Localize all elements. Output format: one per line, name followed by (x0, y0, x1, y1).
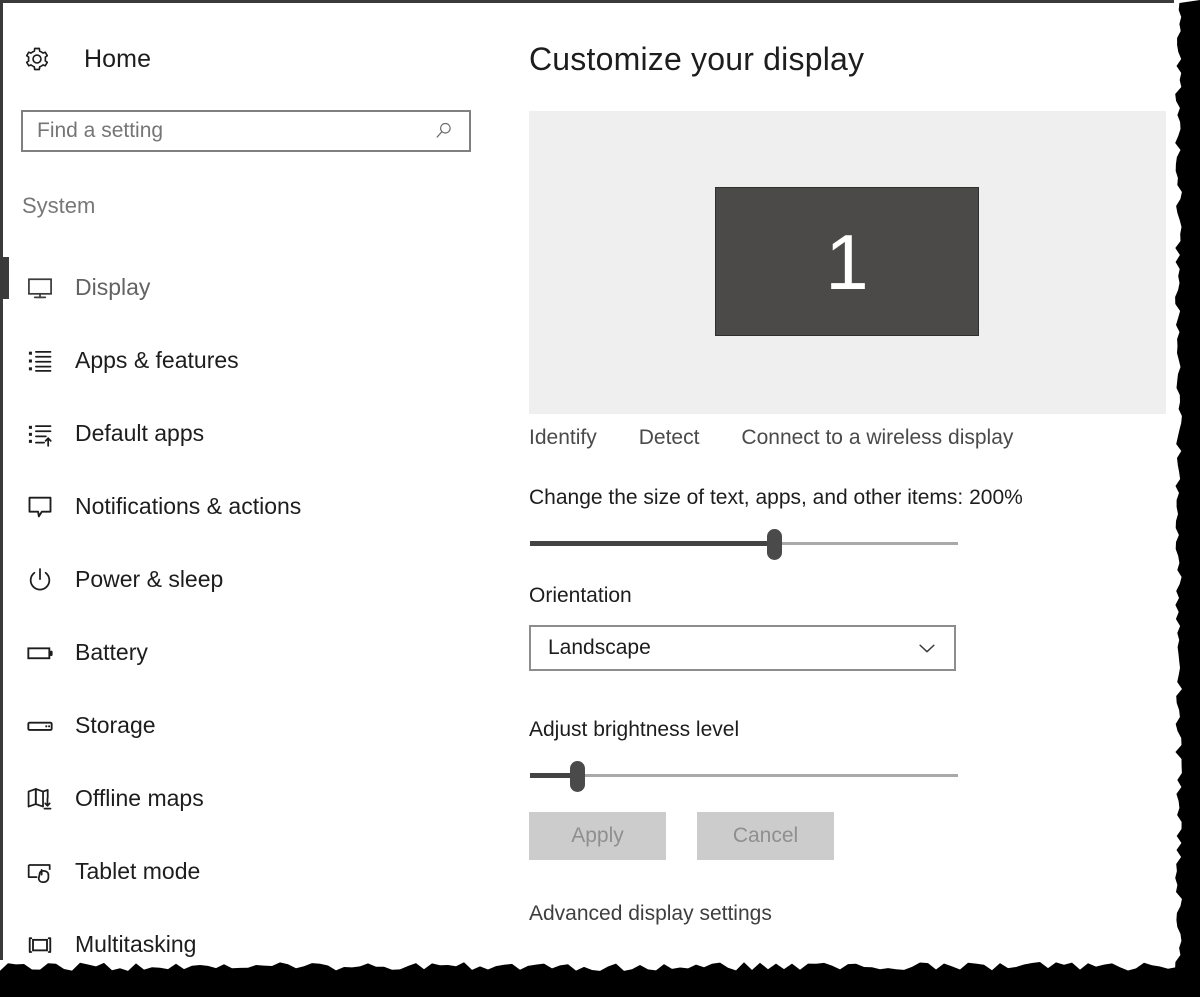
monitor-number-label: 1 (825, 223, 868, 301)
settings-window: Home System (3, 3, 1166, 953)
drive-icon (23, 709, 57, 743)
sidebar-item-label: Notifications & actions (75, 493, 301, 520)
scaling-slider[interactable] (530, 526, 958, 560)
brightness-slider[interactable] (530, 758, 958, 792)
detect-link[interactable]: Detect (639, 426, 700, 450)
sidebar-item-label: Display (75, 274, 150, 301)
sidebar-item-tablet-mode[interactable]: Tablet mode (3, 835, 508, 908)
slider-track (530, 774, 958, 777)
apply-button[interactable]: Apply (529, 812, 666, 860)
slider-thumb[interactable] (570, 761, 585, 792)
map-download-icon (23, 782, 57, 816)
sidebar-item-notifications-actions[interactable]: Notifications & actions (3, 470, 508, 543)
sidebar-item-label: Offline maps (75, 785, 204, 812)
sidebar-item-storage[interactable]: Storage (3, 689, 508, 762)
orientation-label: Orientation (529, 584, 632, 608)
orientation-dropdown[interactable]: Landscape (529, 625, 956, 671)
sidebar-item-label: Storage (75, 712, 156, 739)
search-box[interactable] (21, 110, 471, 152)
sidebar-item-offline-maps[interactable]: Offline maps (3, 762, 508, 835)
sidebar-item-apps-features[interactable]: Apps & features (3, 324, 508, 397)
list-arrow-icon (23, 417, 57, 451)
gear-icon (22, 44, 52, 74)
sidebar-section-label: System (22, 193, 95, 219)
action-buttons: Apply Cancel (529, 812, 834, 860)
search-icon[interactable] (432, 119, 456, 143)
monitor-tile-1[interactable]: 1 (715, 187, 979, 336)
slider-thumb[interactable] (767, 529, 782, 560)
sidebar-home-label: Home (84, 45, 151, 74)
sidebar-item-label: Tablet mode (75, 858, 200, 885)
sidebar-home-button[interactable]: Home (19, 36, 151, 82)
sidebar-item-display[interactable]: Display (3, 251, 508, 324)
chevron-down-icon[interactable] (916, 637, 938, 659)
sidebar: Home System (3, 3, 508, 953)
identify-link[interactable]: Identify (529, 426, 597, 450)
monitor-icon (23, 271, 57, 305)
scanned-page: Home System (0, 0, 1200, 997)
torn-edge-bottom (0, 952, 1200, 997)
power-icon (23, 563, 57, 597)
search-input[interactable] (37, 116, 407, 146)
page-title: Customize your display (529, 41, 864, 78)
sidebar-item-default-apps[interactable]: Default apps (3, 397, 508, 470)
tablet-hand-icon (23, 855, 57, 889)
orientation-selected-value: Landscape (548, 636, 651, 660)
speech-bubble-icon (23, 490, 57, 524)
slider-fill (530, 541, 774, 546)
main-content: Customize your display 1 Identify Detect… (508, 3, 1166, 953)
sidebar-nav: Display (3, 251, 508, 981)
cancel-button[interactable]: Cancel (697, 812, 834, 860)
display-preview-panel: 1 (529, 111, 1166, 414)
brightness-label: Adjust brightness level (529, 718, 739, 742)
sidebar-item-power-sleep[interactable]: Power & sleep (3, 543, 508, 616)
sidebar-item-battery[interactable]: Battery (3, 616, 508, 689)
sidebar-item-label: Default apps (75, 420, 204, 447)
sidebar-item-label: Power & sleep (75, 566, 223, 593)
list-icon (23, 344, 57, 378)
display-action-links: Identify Detect Connect to a wireless di… (529, 426, 1013, 450)
selected-indicator (3, 257, 9, 299)
connect-wireless-display-link[interactable]: Connect to a wireless display (741, 426, 1013, 450)
battery-icon (23, 636, 57, 670)
advanced-display-settings-link[interactable]: Advanced display settings (529, 902, 772, 926)
scaling-label: Change the size of text, apps, and other… (529, 486, 1023, 510)
sidebar-item-label: Battery (75, 639, 148, 666)
sidebar-item-label: Apps & features (75, 347, 239, 374)
torn-edge-right (1166, 0, 1200, 997)
